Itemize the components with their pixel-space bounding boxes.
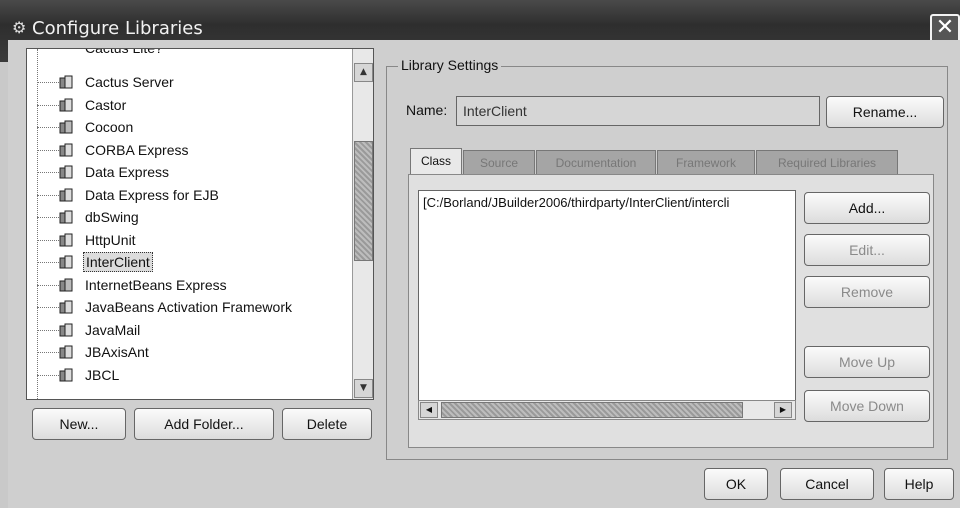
- tree-item-partial[interactable]: Cactus Lite?: [27, 48, 352, 59]
- library-icon: [59, 345, 73, 359]
- cancel-button[interactable]: Cancel: [780, 468, 874, 500]
- scroll-up-arrow-icon[interactable]: ▲: [354, 63, 373, 82]
- tree-item-interclient[interactable]: InterClient: [27, 251, 352, 273]
- tree-item-label: InternetBeans Express: [85, 276, 227, 293]
- list-item[interactable]: [C:/Borland/JBuilder2006/thirdparty/Inte…: [423, 195, 729, 210]
- scroll-thumb[interactable]: [441, 402, 743, 418]
- tree-connector: [37, 149, 59, 151]
- library-icon: [59, 210, 73, 224]
- scroll-left-arrow-icon[interactable]: ◀: [420, 402, 438, 418]
- tree-connector: [37, 217, 59, 218]
- library-icon: [59, 300, 73, 314]
- tree-item-cocoon[interactable]: Cocoon: [27, 116, 352, 138]
- tree-connector: [37, 239, 59, 241]
- add-button[interactable]: Add...: [804, 192, 930, 224]
- tree-item-dbswing[interactable]: dbSwing: [27, 206, 352, 228]
- scroll-down-arrow-icon[interactable]: ▼: [354, 379, 373, 398]
- delete-button[interactable]: Delete: [282, 408, 372, 440]
- library-tree-list: Cactus Lite? Cactus Server Castor Cocoon COR…: [27, 49, 352, 399]
- tree-item-castor[interactable]: Castor: [27, 94, 352, 116]
- tree-connector: [37, 329, 59, 331]
- tree-item-data-express[interactable]: Data Express: [27, 161, 352, 183]
- tree-item-data-express-for-ejb[interactable]: Data Express for EJB: [27, 184, 352, 206]
- tree-item-internetbeans-express[interactable]: InternetBeans Express: [27, 274, 352, 296]
- tree-item-label: JBAxisAnt: [85, 344, 149, 360]
- scroll-thumb[interactable]: [354, 141, 373, 261]
- tree-item-jbaxisant[interactable]: JBAxisAnt: [27, 341, 352, 363]
- tree-connector: [37, 307, 59, 308]
- tree-connector: [37, 172, 59, 173]
- add-folder-button[interactable]: Add Folder...: [134, 408, 274, 440]
- tree-item-corba-express[interactable]: CORBA Express: [27, 139, 352, 161]
- move-up-button[interactable]: Move Up: [804, 346, 930, 378]
- library-icon: [59, 143, 73, 156]
- tree-item-label: JavaMail: [85, 321, 141, 338]
- help-button[interactable]: Help: [884, 468, 954, 500]
- close-icon: ✕: [935, 15, 955, 40]
- tree-connector: [37, 104, 59, 106]
- library-icon: [59, 75, 73, 89]
- tree-item-label: JBCL: [85, 366, 120, 383]
- tree-item-javabeans-activation-framework[interactable]: JavaBeans Activation Framework: [27, 296, 352, 318]
- library-icon: [59, 255, 73, 269]
- tab-required-libraries[interactable]: Required Libraries: [756, 150, 898, 175]
- library-bean-icon: [59, 120, 73, 134]
- tree-item-label: CORBA Express: [85, 141, 189, 158]
- new-button[interactable]: New...: [32, 408, 126, 440]
- name-label: Name:: [406, 102, 448, 118]
- ok-button[interactable]: OK: [704, 468, 768, 500]
- scroll-right-arrow-icon[interactable]: ▶: [774, 402, 792, 418]
- tree-item-label: Cactus Server: [85, 74, 174, 90]
- tree-connector: [37, 284, 59, 286]
- library-settings-legend: Library Settings: [398, 57, 502, 73]
- tab-source[interactable]: Source: [463, 150, 535, 175]
- library-bean-icon: [59, 278, 73, 291]
- rename-button[interactable]: Rename...: [826, 96, 944, 128]
- library-tree[interactable]: Cactus Lite? Cactus Server Castor Cocoon COR…: [26, 48, 374, 400]
- tree-item-label: InterClient: [83, 252, 153, 272]
- library-icon: [59, 188, 73, 201]
- library-icon: [59, 368, 73, 381]
- tab-framework[interactable]: Framework: [657, 150, 755, 175]
- tree-connector: [37, 262, 59, 263]
- gear-icon: ⚙: [12, 18, 27, 37]
- tree-item-label: HttpUnit: [85, 231, 136, 248]
- tab-class[interactable]: Class: [410, 148, 462, 175]
- tree-item-label: Data Express for EJB: [85, 186, 219, 203]
- tree-connector: [37, 374, 59, 376]
- library-icon: [59, 233, 73, 246]
- tree-vertical-scrollbar[interactable]: ▲ ▼: [352, 49, 373, 399]
- tree-item-httpunit[interactable]: HttpUnit: [27, 229, 352, 251]
- tree-connector: [37, 127, 59, 128]
- tree-item-javamail[interactable]: JavaMail: [27, 319, 352, 341]
- window-title: Configure Libraries: [32, 18, 203, 39]
- tab-documentation[interactable]: Documentation: [536, 150, 656, 175]
- class-path-list[interactable]: [C:/Borland/JBuilder2006/thirdparty/Inte…: [418, 190, 796, 420]
- move-down-button[interactable]: Move Down: [804, 390, 930, 422]
- tree-item-label: Data Express: [85, 164, 170, 180]
- tree-item-label: Cactus Lite?: [85, 48, 163, 56]
- library-icon: [59, 323, 73, 336]
- path-horizontal-scrollbar[interactable]: ◀ ▶: [418, 400, 796, 420]
- remove-button[interactable]: Remove: [804, 276, 930, 308]
- tree-connector: [37, 194, 59, 196]
- edit-button[interactable]: Edit...: [804, 234, 930, 266]
- tree-connector: [37, 82, 59, 83]
- tree-item-cactus-server[interactable]: Cactus Server: [27, 71, 352, 93]
- tree-item-label: JavaBeans Activation Framework: [85, 299, 292, 315]
- tree-item-label: dbSwing: [85, 209, 139, 225]
- tree-item-label: Cocoon: [85, 119, 134, 135]
- tree-item-label: Castor: [85, 96, 127, 113]
- tree-connector: [37, 352, 59, 353]
- name-field[interactable]: InterClient: [456, 96, 820, 126]
- library-icon: [59, 98, 73, 111]
- library-icon: [59, 165, 73, 179]
- tree-item-jbcl[interactable]: JBCL: [27, 364, 352, 386]
